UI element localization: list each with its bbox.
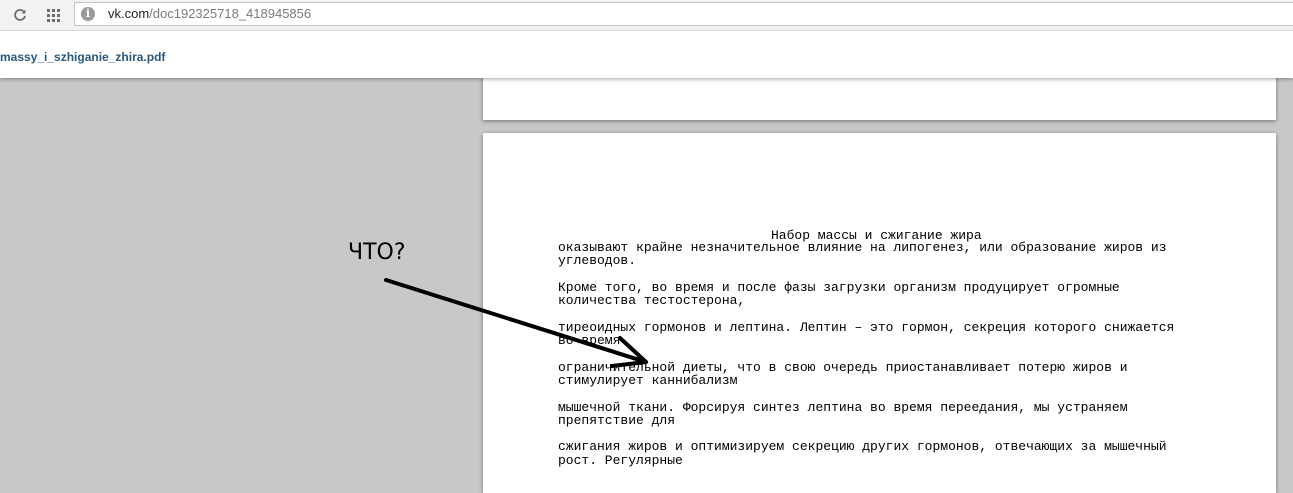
- apps-grid-icon[interactable]: [42, 4, 64, 26]
- paragraph-2: Кроме того, во время и после фазы загруз…: [558, 279, 1120, 309]
- paragraph-3: тиреоидных гормонов и лептина. Лептин – …: [558, 319, 1175, 349]
- paragraph-5: мышечной ткани. Форсируя синтез лептина …: [558, 399, 1128, 428]
- paragraph-6: сжигания жиров и оптимизируем секрецию д…: [558, 439, 1167, 468]
- annotation-label: ЧТО?: [348, 240, 406, 265]
- address-url[interactable]: vk.com/doc192325718_418945856: [108, 6, 311, 21]
- url-host: vk.com: [108, 6, 150, 21]
- browser-toolbar: i vk.com/doc192325718_418945856: [0, 0, 1293, 31]
- url-path: /doc192325718_418945856: [149, 6, 312, 21]
- paragraph-1: оказывают крайне незначительное влияние …: [558, 240, 1167, 269]
- document-body: оказывают крайне незначительное влияние …: [558, 241, 1258, 480]
- reload-icon[interactable]: [9, 4, 31, 26]
- document-viewer-header: massy_i_szhiganie_zhira.pdf: [0, 31, 1293, 78]
- address-bar[interactable]: i vk.com/doc192325718_418945856: [74, 2, 1293, 26]
- info-icon[interactable]: i: [81, 7, 95, 21]
- pdf-page-current: Набор массы и сжигание жира оказывают кр…: [483, 133, 1276, 493]
- paragraph-4: ограничительной диеты, что в свою очеред…: [558, 359, 1128, 388]
- document-filename-link[interactable]: massy_i_szhiganie_zhira.pdf: [0, 50, 165, 64]
